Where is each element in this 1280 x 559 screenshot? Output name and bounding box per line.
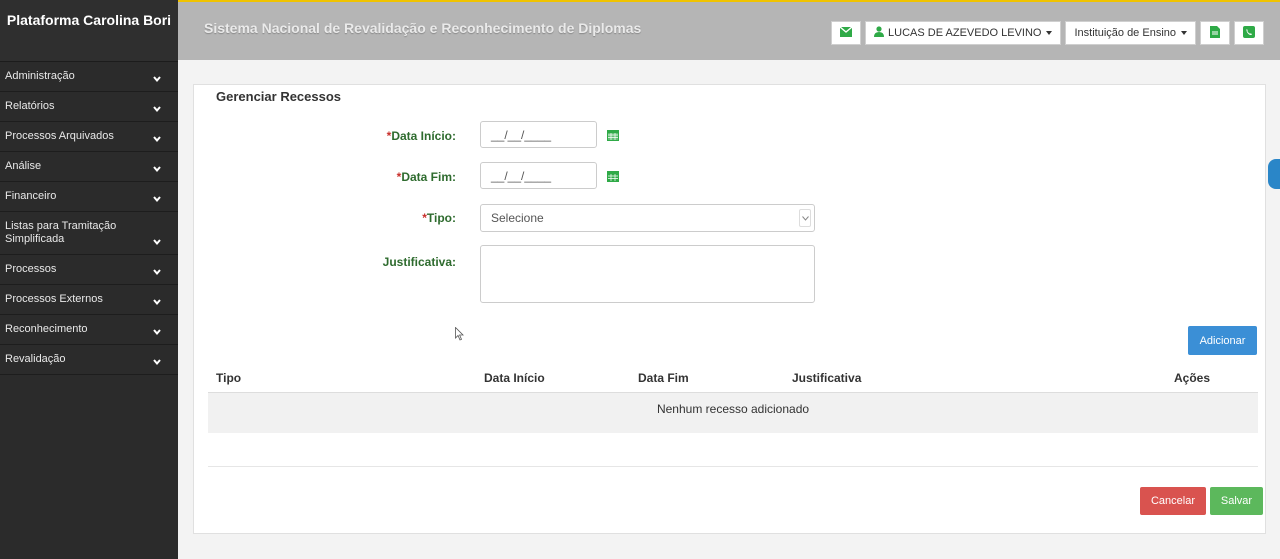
chevron-down-icon — [152, 104, 162, 114]
sidebar-item-label: Análise — [5, 160, 42, 172]
top-bar: Sistema Nacional de Revalidação e Reconh… — [178, 0, 1280, 60]
phone-button[interactable] — [1234, 21, 1264, 45]
chevron-down-icon — [152, 164, 162, 174]
accessibility-icon[interactable] — [1268, 159, 1280, 189]
justificativa-label: Justificativa: — [382, 255, 456, 269]
chevron-down-icon — [152, 74, 162, 84]
user-icon — [874, 26, 885, 40]
chevron-down-icon — [799, 209, 811, 227]
sidebar-item-processos[interactable]: Processos — [0, 255, 178, 285]
chevron-down-icon — [152, 194, 162, 204]
sidebar-item-reconhecimento[interactable]: Reconhecimento — [0, 315, 178, 345]
sidebar-item-processos-arquivados[interactable]: Processos Arquivados — [0, 122, 178, 152]
document-icon — [1210, 25, 1220, 41]
top-actions: LUCAS DE AZEVEDO LEVINO Instituição de E… — [827, 21, 1264, 45]
sidebar-item-listas-tramitacao[interactable]: Listas para Tramitação Simplificada — [0, 212, 178, 255]
recess-form-card: Gerenciar Recessos *Data Início: __/__/_… — [193, 84, 1266, 534]
save-button[interactable]: Salvar — [1210, 487, 1263, 515]
tipo-selected-value: Selecione — [491, 211, 544, 225]
chevron-down-icon — [152, 134, 162, 144]
chevron-down-icon — [152, 297, 162, 307]
messages-button[interactable] — [831, 21, 862, 45]
chevron-down-icon — [152, 357, 162, 367]
sidebar-item-label: Processos — [5, 263, 57, 275]
cancel-button[interactable]: Cancelar — [1140, 487, 1206, 515]
column-header-justificativa: Justificativa — [792, 371, 862, 385]
mouse-cursor-icon — [455, 327, 464, 341]
calendar-icon[interactable] — [607, 170, 619, 182]
data-inicio-label: *Data Início: — [386, 129, 456, 143]
page-title: Gerenciar Recessos — [216, 89, 342, 104]
column-header-data-fim: Data Fim — [638, 371, 689, 385]
sidebar-item-analise[interactable]: Análise — [0, 152, 178, 182]
caret-down-icon — [1046, 31, 1053, 35]
sidebar-item-revalidacao[interactable]: Revalidação — [0, 345, 178, 375]
column-header-data-inicio: Data Início — [484, 371, 545, 385]
sidebar-item-label: Administração — [5, 70, 75, 82]
institution-menu-button[interactable]: Instituição de Ensino — [1065, 21, 1196, 45]
chevron-down-icon — [152, 327, 162, 337]
phone-icon — [1243, 25, 1255, 41]
sidebar-item-label: Listas para Tramitação Simplificada — [5, 220, 117, 245]
chevron-down-icon — [152, 267, 162, 277]
sidebar-item-label: Financeiro — [5, 190, 57, 202]
sidebar-item-relatorios[interactable]: Relatórios — [0, 92, 178, 122]
sidebar-item-administracao[interactable]: Administração — [0, 62, 178, 92]
data-inicio-input[interactable]: __/__/____ — [480, 121, 597, 148]
data-fim-input[interactable]: __/__/____ — [480, 162, 597, 189]
add-button[interactable]: Adicionar — [1188, 326, 1257, 355]
sidebar-item-label: Reconhecimento — [5, 323, 88, 335]
sidebar-item-label: Revalidação — [5, 353, 66, 365]
envelope-icon — [839, 25, 853, 40]
sidebar-item-financeiro[interactable]: Financeiro — [0, 182, 178, 212]
tipo-label: *Tipo: — [422, 211, 456, 225]
sidebar-item-label: Processos Externos — [5, 293, 103, 305]
system-title: Sistema Nacional de Revalidação e Reconh… — [204, 20, 642, 36]
sidebar-item-processos-externos[interactable]: Processos Externos — [0, 285, 178, 315]
sidebar-item-label: Relatórios — [5, 100, 55, 112]
column-header-acoes: Ações — [1174, 371, 1211, 385]
tipo-select[interactable]: Selecione — [480, 204, 815, 232]
justificativa-textarea[interactable] — [480, 245, 815, 303]
column-header-tipo: Tipo — [216, 371, 242, 385]
caret-down-icon — [1181, 31, 1187, 35]
sidebar: Plataforma Carolina Bori Administração R… — [0, 0, 178, 559]
data-fim-label: *Data Fim: — [396, 170, 456, 184]
document-button[interactable] — [1200, 21, 1230, 45]
empty-table-message: Nenhum recesso adicionado — [208, 393, 1258, 433]
sidebar-menu: Administração Relatórios Processos Arqui… — [0, 62, 178, 375]
brand-title: Plataforma Carolina Bori — [0, 0, 178, 62]
institution-label: Instituição de Ensino — [1074, 27, 1176, 39]
calendar-icon[interactable] — [607, 129, 619, 141]
chevron-down-icon — [152, 237, 162, 247]
footer-divider — [208, 466, 1258, 467]
user-menu-button[interactable]: LUCAS DE AZEVEDO LEVINO — [865, 21, 1062, 45]
sidebar-item-label: Processos Arquivados — [5, 130, 114, 142]
user-name: LUCAS DE AZEVEDO LEVINO — [888, 27, 1042, 39]
